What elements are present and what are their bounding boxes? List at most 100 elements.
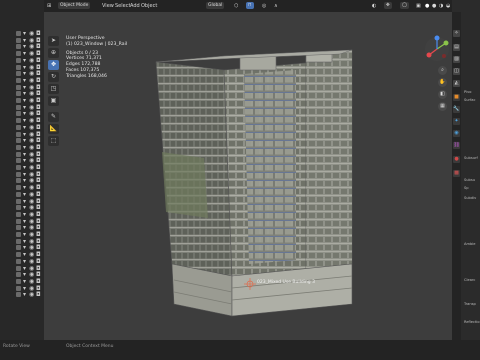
view-layer-tab-icon[interactable]: ◫ [453,68,460,75]
transform-tool-icon[interactable]: ▣ [48,96,59,106]
output-tab-icon[interactable]: ▨ [453,56,460,63]
zoom-icon[interactable]: ⌕ [438,66,447,75]
props-label-subdiv: Subdiv [464,196,477,200]
exclude-checkbox[interactable] [16,225,21,231]
exclude-checkbox[interactable] [16,185,21,191]
exclude-checkbox[interactable] [16,64,21,70]
shading-material-icon[interactable]: ◑ [439,3,443,9]
exclude-checkbox[interactable] [16,111,21,117]
exclude-checkbox[interactable] [16,211,21,217]
exclude-checkbox[interactable] [16,265,21,271]
shading-solid-icon[interactable]: ● [432,3,436,9]
visibility-icon[interactable]: ◐ [372,3,376,9]
exclude-checkbox[interactable] [16,171,21,177]
navigation-gizmo[interactable] [422,34,452,64]
annotate-tool-icon[interactable]: ✎ [48,112,59,122]
exclude-checkbox[interactable] [16,205,21,211]
visibility-eye-icon[interactable]: ◉ [29,291,34,298]
exclude-checkbox[interactable] [16,144,21,150]
exclude-checkbox[interactable] [16,118,21,124]
exclude-checkbox[interactable] [16,124,21,130]
exclude-checkbox[interactable] [16,57,21,63]
exclude-checkbox[interactable] [16,238,21,244]
stat-triangles: Triangles 168,046 [66,73,107,79]
proportional-edit-icon[interactable]: ◎ [262,3,266,9]
object-name-label: 023_Mixed Use Building 3 [257,280,315,285]
object-tab-icon[interactable]: ■ [453,94,460,101]
exclude-checkbox[interactable] [16,44,21,50]
snap-toggle[interactable]: ⊓ [246,2,254,9]
exclude-checkbox[interactable] [16,131,21,137]
tool-tab-icon[interactable]: ✧ [453,30,460,37]
cursor-3d-icon[interactable]: ⊕ [48,48,59,58]
menu-object[interactable]: Object [141,3,157,9]
exclude-checkbox[interactable] [16,91,21,97]
pan-icon[interactable]: ✋ [438,78,447,87]
exclude-checkbox[interactable] [16,31,21,36]
particles-tab-icon[interactable]: ✦ [453,118,460,125]
material-tab-icon[interactable]: ● [453,156,460,163]
add-cube-icon[interactable]: ⬚ [48,136,59,146]
exclude-checkbox[interactable] [16,245,21,251]
props-label-pivot: Pivo [464,90,472,94]
viewport-gizmo-toggle[interactable]: ✥ [384,2,392,9]
editor-type-icon[interactable]: ⊞ [47,3,51,9]
axis-gizmo-icon[interactable] [422,34,452,64]
pivot-icon[interactable]: ⬡ [234,3,238,9]
exclude-checkbox[interactable] [16,104,21,110]
cursor-tool-icon[interactable]: ➤ [48,36,59,46]
constraints-tab-icon[interactable]: ⛓ [453,142,460,149]
shading-rendered-icon[interactable]: ◒ [446,3,450,9]
exclude-checkbox[interactable] [16,138,21,144]
exclude-checkbox[interactable] [16,178,21,184]
exclude-checkbox[interactable] [16,232,21,237]
exclude-checkbox[interactable] [16,285,21,291]
props-label-subsurf: Subsurf [464,156,478,160]
measure-tool-icon[interactable]: 📐 [48,124,59,134]
rotate-tool-icon[interactable]: ↻ [48,72,59,82]
overlay-toggle[interactable]: ◯ [400,2,410,9]
perspective-toggle-icon[interactable]: ▦ [438,102,447,111]
exclude-checkbox[interactable] [16,98,21,103]
scale-tool-icon[interactable]: ◳ [48,84,59,94]
exclude-checkbox[interactable] [16,77,21,83]
transform-label: Global [208,3,223,8]
render-tab-icon[interactable]: ▤ [453,44,460,51]
move-tool-icon[interactable]: ✥ [48,60,59,70]
exclude-checkbox[interactable] [16,258,21,264]
props-label-subsu: Subsu [464,178,475,182]
menu-view[interactable]: View [102,3,114,9]
viewport-stats: User Perspective (1) 023_Window | 023_Ra… [66,36,127,80]
exclude-checkbox[interactable] [16,198,21,204]
xray-icon[interactable]: ▣ [416,3,421,9]
exclude-checkbox[interactable] [16,37,21,43]
transform-orientation-dropdown[interactable]: Global [206,2,225,9]
viewport-topbar: ⊞ Object Mode View Select Add Object Glo… [44,0,452,12]
exclude-checkbox[interactable] [16,278,21,284]
menu-select[interactable]: Select [115,3,130,9]
exclude-checkbox[interactable] [16,84,21,90]
render-camera-icon[interactable]: ◘ [36,291,41,298]
shading-wireframe-icon[interactable]: ● [425,3,429,9]
exclude-checkbox[interactable] [16,191,21,197]
exclude-checkbox[interactable] [16,51,21,57]
mode-label: Object Mode [60,3,89,8]
physics-tab-icon[interactable]: ◉ [453,130,460,137]
menu-add[interactable]: Add [130,3,140,9]
camera-view-icon[interactable]: ◧ [438,90,447,99]
exclude-checkbox[interactable] [16,292,21,298]
texture-tab-icon[interactable]: ▩ [453,170,460,177]
exclude-checkbox[interactable] [16,71,21,77]
outliner-row[interactable]: ▾ ◉ ◘ [0,291,44,299]
scene-tab-icon[interactable]: ◭ [453,80,460,87]
modifier-tab-icon[interactable]: 🔧 [453,106,460,113]
exclude-checkbox[interactable] [16,151,21,157]
exclude-checkbox[interactable] [16,158,21,164]
falloff-icon[interactable]: ∧ [274,3,278,9]
exclude-checkbox[interactable] [16,252,21,258]
exclude-checkbox[interactable] [16,272,21,278]
exclude-checkbox[interactable] [16,165,21,170]
mode-selector[interactable]: Object Mode [58,2,91,9]
exclude-checkbox[interactable] [16,218,21,224]
select-arrow-icon[interactable]: ▾ [23,291,26,298]
